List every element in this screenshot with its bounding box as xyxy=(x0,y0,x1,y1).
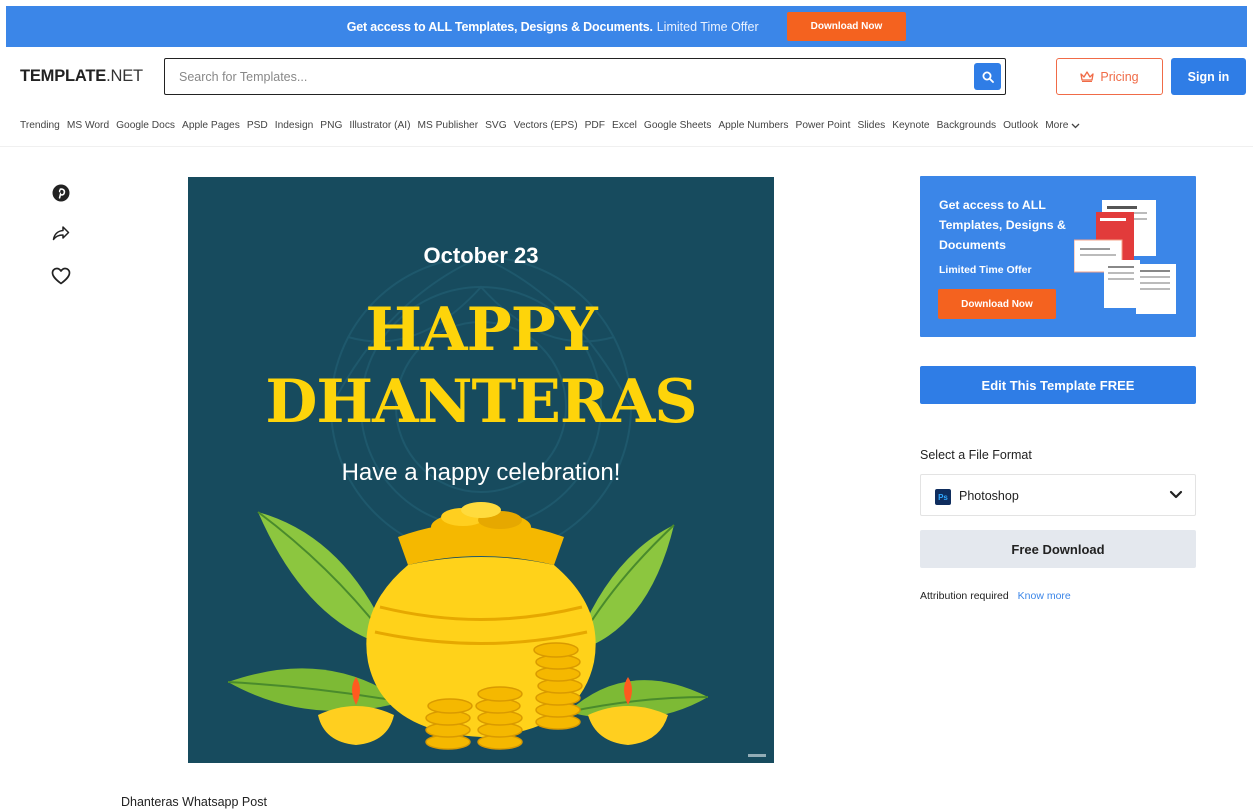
category-link[interactable]: PSD xyxy=(247,120,268,131)
logo-suffix: .NET xyxy=(106,67,143,85)
category-link[interactable]: Keynote xyxy=(892,120,929,131)
site-logo[interactable]: TEMPLATE.NET xyxy=(20,67,143,86)
search-box[interactable]: Search for Templates... xyxy=(164,58,1006,95)
category-link[interactable]: Google Docs xyxy=(116,120,175,131)
attribution-text: Attribution required xyxy=(920,590,1009,602)
category-link[interactable]: PNG xyxy=(320,120,342,131)
nav-divider xyxy=(0,146,1253,147)
poster-subtitle: Have a happy celebration! xyxy=(341,459,621,486)
category-link[interactable]: Trending xyxy=(20,120,60,131)
format-label: Select a File Format xyxy=(920,448,1032,462)
category-link[interactable]: Google Sheets xyxy=(644,120,711,131)
chevron-down-icon xyxy=(1071,123,1080,128)
category-link[interactable]: SVG xyxy=(485,120,507,131)
poster-heading-line2: DHANTERAS xyxy=(265,367,697,437)
logo-text: TEMPLATE xyxy=(20,67,107,85)
category-link[interactable]: Backgrounds xyxy=(937,120,996,131)
search-icon xyxy=(982,71,994,83)
attribution-note: Attribution required Know more xyxy=(920,590,1071,602)
social-actions xyxy=(48,183,74,309)
watermark xyxy=(748,754,766,757)
category-link[interactable]: MS Publisher xyxy=(418,120,479,131)
crown-icon xyxy=(1080,71,1095,82)
free-download-button[interactable]: Free Download xyxy=(920,530,1196,568)
promo-text: Get access to ALL Templates, Designs & D… xyxy=(939,198,1066,252)
category-link[interactable]: MS Word xyxy=(67,120,109,131)
category-link[interactable]: Apple Pages xyxy=(182,120,240,131)
category-link[interactable]: Illustrator (AI) xyxy=(349,120,410,131)
search-button[interactable] xyxy=(974,63,1001,90)
banner-message: Get access to ALL Templates, Designs & D… xyxy=(346,19,653,34)
edit-template-button[interactable]: Edit This Template FREE xyxy=(920,366,1196,404)
promo-banner: Get access to ALL Templates, Designs & D… xyxy=(6,6,1247,47)
more-label: More xyxy=(1045,120,1069,131)
category-link[interactable]: Outlook xyxy=(1003,120,1038,131)
format-selected: Photoshop xyxy=(959,489,1019,503)
template-title: Dhanteras Whatsapp Post xyxy=(121,795,267,809)
signin-button[interactable]: Sign in xyxy=(1171,58,1246,95)
search-input[interactable]: Search for Templates... xyxy=(179,70,307,84)
promo-limited: Limited Time Offer xyxy=(939,264,1032,276)
poster-heading-line1: HAPPY xyxy=(365,295,597,365)
banner-offer: Limited Time Offer xyxy=(656,19,759,34)
category-nav: Trending MS Word Google Docs Apple Pages PSD… xyxy=(20,120,1080,131)
template-preview[interactable]: October 23 HAPPY DHANTERAS Have a happy … xyxy=(188,177,774,763)
heart-icon xyxy=(51,267,71,285)
poster-date: October 23 xyxy=(423,243,539,268)
photoshop-icon: Ps xyxy=(935,489,951,505)
more-menu[interactable]: More xyxy=(1045,120,1080,131)
promo-card[interactable]: Get access to ALL Templates, Designs & D… xyxy=(920,176,1196,337)
banner-download-button[interactable]: Download Now xyxy=(786,12,907,41)
category-link[interactable]: Slides xyxy=(857,120,885,131)
category-link[interactable]: Vectors (EPS) xyxy=(514,120,578,131)
know-more-link[interactable]: Know more xyxy=(1018,590,1071,602)
promo-download-button[interactable]: Download Now xyxy=(938,289,1056,319)
category-link[interactable]: Indesign xyxy=(275,120,314,131)
pinterest-button[interactable] xyxy=(48,183,74,225)
pinterest-icon xyxy=(52,184,70,202)
share-button[interactable] xyxy=(48,225,74,267)
format-select[interactable]: Ps Photoshop xyxy=(920,474,1196,516)
share-icon xyxy=(52,226,70,241)
site-header: TEMPLATE.NET Search for Templates... Pri… xyxy=(0,50,1253,104)
category-link[interactable]: Power Point xyxy=(796,120,851,131)
chevron-down-icon xyxy=(1169,490,1183,499)
pricing-button[interactable]: Pricing xyxy=(1056,58,1163,95)
pricing-label: Pricing xyxy=(1100,69,1139,84)
category-link[interactable]: Apple Numbers xyxy=(718,120,788,131)
category-link[interactable]: Excel xyxy=(612,120,637,131)
category-link[interactable]: PDF xyxy=(585,120,605,131)
documents-illustration xyxy=(1074,200,1176,314)
favorite-button[interactable] xyxy=(48,267,74,309)
